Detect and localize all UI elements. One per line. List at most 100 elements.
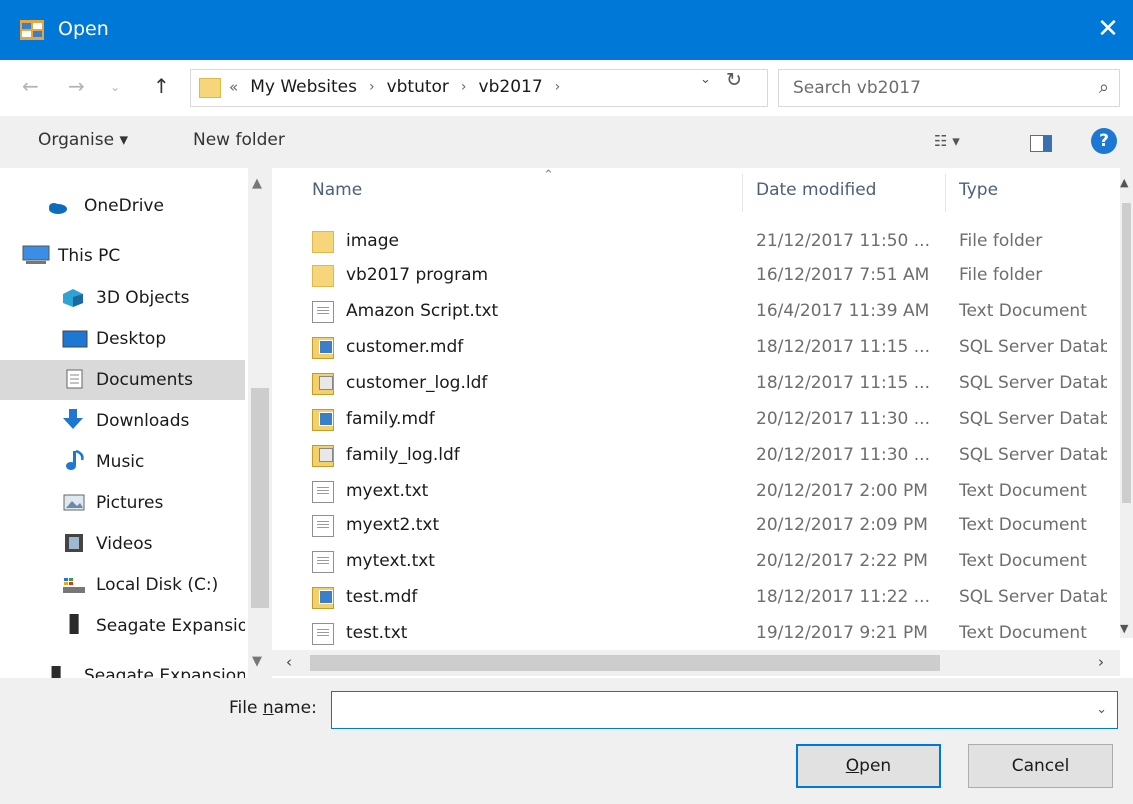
scrollbar-thumb[interactable] [251, 388, 269, 608]
sql-log-icon [312, 445, 334, 467]
scroll-up-icon[interactable]: ▲ [252, 176, 262, 191]
search-box[interactable]: ⌕ [778, 69, 1120, 107]
sidebar-item-this-pc[interactable]: This PC [0, 236, 245, 276]
scrollbar-thumb[interactable] [310, 655, 940, 671]
breadcrumb-chevron-icon[interactable]: › [555, 79, 561, 95]
file-row[interactable]: family_log.ldf 20/12/2017 11:30 ... SQL … [302, 439, 1107, 473]
file-name-label: File name: [229, 698, 317, 718]
file-row[interactable]: customer_log.ldf 18/12/2017 11:15 ... SQ… [302, 367, 1107, 401]
file-name: test.txt [346, 623, 408, 643]
column-divider[interactable] [945, 174, 946, 212]
address-bar[interactable]: « My Websites › vbtutor › vb2017 › [190, 69, 768, 107]
recent-locations-chevron-icon[interactable]: ⌄ [110, 80, 120, 94]
file-type: Text Document [959, 623, 1087, 643]
file-name: family.mdf [346, 409, 435, 429]
file-row[interactable]: myext.txt 20/12/2017 2:00 PM Text Docume… [302, 475, 1107, 509]
sidebar-item-onedrive[interactable]: OneDrive [0, 186, 245, 226]
sidebar-item-pictures[interactable]: Pictures [0, 483, 245, 523]
file-date: 21/12/2017 11:50 ... [756, 231, 930, 251]
scroll-down-icon[interactable]: ▼ [1120, 622, 1128, 635]
file-row[interactable]: image 21/12/2017 11:50 ... File folder [302, 225, 1107, 259]
file-name-label-text: ame: [273, 698, 317, 718]
file-row[interactable]: customer.mdf 18/12/2017 11:15 ... SQL Se… [302, 331, 1107, 365]
videos-film-icon [65, 534, 83, 552]
file-name-combobox[interactable]: ⌄ [331, 691, 1118, 729]
column-divider[interactable] [742, 174, 743, 212]
scrollbar-thumb[interactable] [1122, 203, 1131, 503]
close-icon[interactable]: ✕ [1083, 0, 1133, 60]
sidebar-item-label: Desktop [96, 329, 167, 349]
sidebar-item-music[interactable]: Music [0, 442, 245, 482]
sidebar-item-label: Pictures [96, 493, 164, 513]
folder-icon [199, 78, 221, 98]
file-row[interactable]: test.txt 19/12/2017 9:21 PM Text Documen… [302, 617, 1107, 651]
file-date: 20/12/2017 2:00 PM [756, 481, 928, 501]
folder-icon [312, 265, 334, 287]
text-file-icon [312, 551, 334, 573]
up-arrow-icon[interactable]: ↑ [153, 74, 170, 98]
breadcrumb-item[interactable]: vbtutor [387, 77, 449, 97]
open-button[interactable]: Open [796, 744, 941, 788]
file-row[interactable]: Amazon Script.txt 16/4/2017 11:39 AM Tex… [302, 295, 1107, 329]
column-header-name[interactable]: Name [312, 180, 362, 200]
file-type: File folder [959, 265, 1043, 285]
search-icon[interactable]: ⌕ [1099, 77, 1109, 98]
sql-database-icon [312, 337, 334, 359]
scroll-up-icon[interactable]: ▲ [1120, 176, 1128, 189]
sidebar-item-local-disk[interactable]: Local Disk (C:) [0, 565, 245, 605]
scroll-down-icon[interactable]: ▼ [252, 654, 262, 669]
file-name: test.mdf [346, 587, 418, 607]
3d-objects-icon [63, 289, 83, 307]
organise-button[interactable]: Organise ▾ [38, 130, 128, 150]
chevron-down-icon[interactable]: ⌄ [1096, 702, 1107, 717]
navigation-scrollbar[interactable]: ▲ ▼ [248, 168, 272, 678]
sidebar-item-3d-objects[interactable]: 3D Objects [0, 278, 245, 318]
sidebar-item-seagate-expansion-2[interactable]: Seagate Expansion [0, 656, 245, 678]
file-name-input[interactable] [340, 699, 1060, 719]
app-window-icon [20, 20, 44, 40]
scroll-left-icon[interactable]: ‹ [286, 653, 292, 671]
sidebar-item-label: 3D Objects [96, 288, 190, 308]
column-header-date[interactable]: Date modified [756, 180, 876, 200]
column-header-type[interactable]: Type [959, 180, 998, 200]
sidebar-item-label: Seagate Expansion [96, 616, 245, 636]
sidebar-item-documents[interactable]: Documents [0, 360, 245, 400]
breadcrumb-item[interactable]: My Websites [250, 77, 357, 97]
file-row[interactable]: vb2017 program 16/12/2017 7:51 AM File f… [302, 259, 1107, 293]
sidebar-item-downloads[interactable]: Downloads [0, 401, 245, 441]
sidebar-item-label: Videos [96, 534, 153, 554]
preview-pane-icon[interactable] [1030, 135, 1052, 152]
sidebar-item-videos[interactable]: Videos [0, 524, 245, 564]
new-folder-button[interactable]: New folder [193, 130, 285, 150]
back-arrow-icon[interactable]: ← [22, 74, 39, 98]
breadcrumb-overflow-icon[interactable]: « [229, 78, 238, 96]
file-name: myext2.txt [346, 515, 440, 535]
address-dropdown-icon[interactable]: ⌄ [700, 72, 711, 87]
file-type: Text Document [959, 481, 1087, 501]
change-view-icon[interactable]: ☷ ▾ [934, 132, 960, 150]
sidebar-item-desktop[interactable]: Desktop [0, 319, 245, 359]
address-row: ← → ⌄ ↑ « My Websites › vbtutor › vb2017… [0, 60, 1133, 116]
sidebar-item-seagate-expansion[interactable]: Seagate Expansion [0, 606, 245, 646]
forward-arrow-icon[interactable]: → [68, 74, 85, 98]
cancel-button[interactable]: Cancel [968, 744, 1113, 788]
file-row[interactable]: mytext.txt 20/12/2017 2:22 PM Text Docum… [302, 545, 1107, 579]
file-list-horizontal-scrollbar[interactable]: ‹ › [272, 650, 1120, 676]
breadcrumb-item[interactable]: vb2017 [479, 77, 543, 97]
text-file-icon [312, 515, 334, 537]
file-list-vertical-scrollbar[interactable]: ▲ ▼ [1120, 168, 1133, 638]
file-row[interactable]: family.mdf 20/12/2017 11:30 ... SQL Serv… [302, 403, 1107, 437]
documents-icon [66, 369, 83, 389]
search-input[interactable] [793, 78, 1073, 98]
breadcrumb-chevron-icon[interactable]: › [369, 79, 375, 95]
file-type: SQL Server Database [959, 409, 1107, 429]
onedrive-cloud-icon [49, 203, 67, 214]
scroll-right-icon[interactable]: › [1098, 653, 1104, 671]
file-row[interactable]: test.mdf 18/12/2017 11:22 ... SQL Server… [302, 581, 1107, 615]
sidebar-item-label: This PC [58, 246, 121, 266]
breadcrumb-chevron-icon[interactable]: › [461, 79, 467, 95]
file-type: SQL Server Database [959, 445, 1107, 465]
help-icon[interactable]: ? [1091, 128, 1117, 154]
refresh-icon[interactable]: ↻ [726, 69, 742, 91]
file-row[interactable]: myext2.txt 20/12/2017 2:09 PM Text Docum… [302, 509, 1107, 543]
